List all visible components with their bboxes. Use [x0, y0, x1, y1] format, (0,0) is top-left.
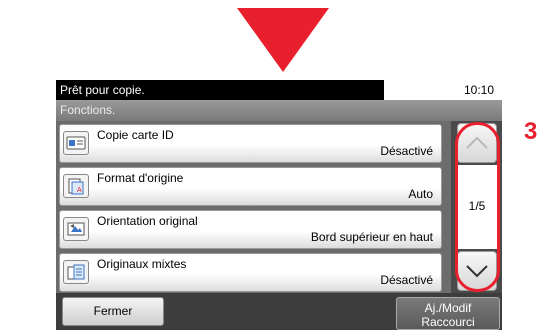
- item-value: Désactivé: [380, 273, 433, 287]
- svg-text:A: A: [77, 187, 82, 194]
- shortcut-button-line2: Raccourci: [421, 315, 475, 329]
- copy-functions-panel: Prêt pour copie. 10:10 Fonctions. Copie …: [56, 80, 502, 330]
- original-size-icon: A: [63, 174, 89, 198]
- section-title: Fonctions.: [56, 100, 502, 121]
- item-value: Désactivé: [380, 144, 433, 158]
- orientation-icon: [63, 217, 89, 241]
- status-message: Prêt pour copie.: [56, 80, 384, 100]
- mixed-originals-icon: [63, 260, 89, 284]
- item-label: Orientation original: [97, 214, 198, 228]
- item-label: Format d'origine: [97, 171, 184, 185]
- item-label: Copie carte ID: [97, 128, 174, 142]
- list-item-mixed-originals[interactable]: Originaux mixtes Désactivé: [59, 253, 442, 292]
- function-list: Copie carte ID Désactivé A Format d'orig…: [56, 121, 502, 293]
- close-button[interactable]: Fermer: [62, 297, 164, 326]
- status-bar: Prêt pour copie. 10:10: [56, 80, 502, 100]
- add-edit-shortcut-button[interactable]: Aj./Modif Raccourci: [396, 297, 500, 330]
- clock: 10:10: [463, 83, 494, 97]
- down-arrow-indicator: [237, 8, 329, 72]
- list-item-id-card-copy[interactable]: Copie carte ID Désactivé: [59, 124, 442, 163]
- item-value: Auto: [408, 187, 433, 201]
- step-number: 3: [524, 118, 538, 145]
- list-item-original-size[interactable]: A Format d'origine Auto: [59, 167, 442, 206]
- shortcut-button-line1: Aj./Modif: [424, 301, 472, 315]
- item-value: Bord supérieur en haut: [310, 230, 433, 244]
- item-label: Originaux mixtes: [97, 257, 187, 271]
- bottom-bar: Fermer Aj./Modif Raccourci: [56, 293, 502, 330]
- list-item-original-orientation[interactable]: Orientation original Bord supérieur en h…: [59, 210, 442, 249]
- scroll-callout-highlight: [455, 122, 500, 292]
- id-card-icon: [63, 131, 89, 155]
